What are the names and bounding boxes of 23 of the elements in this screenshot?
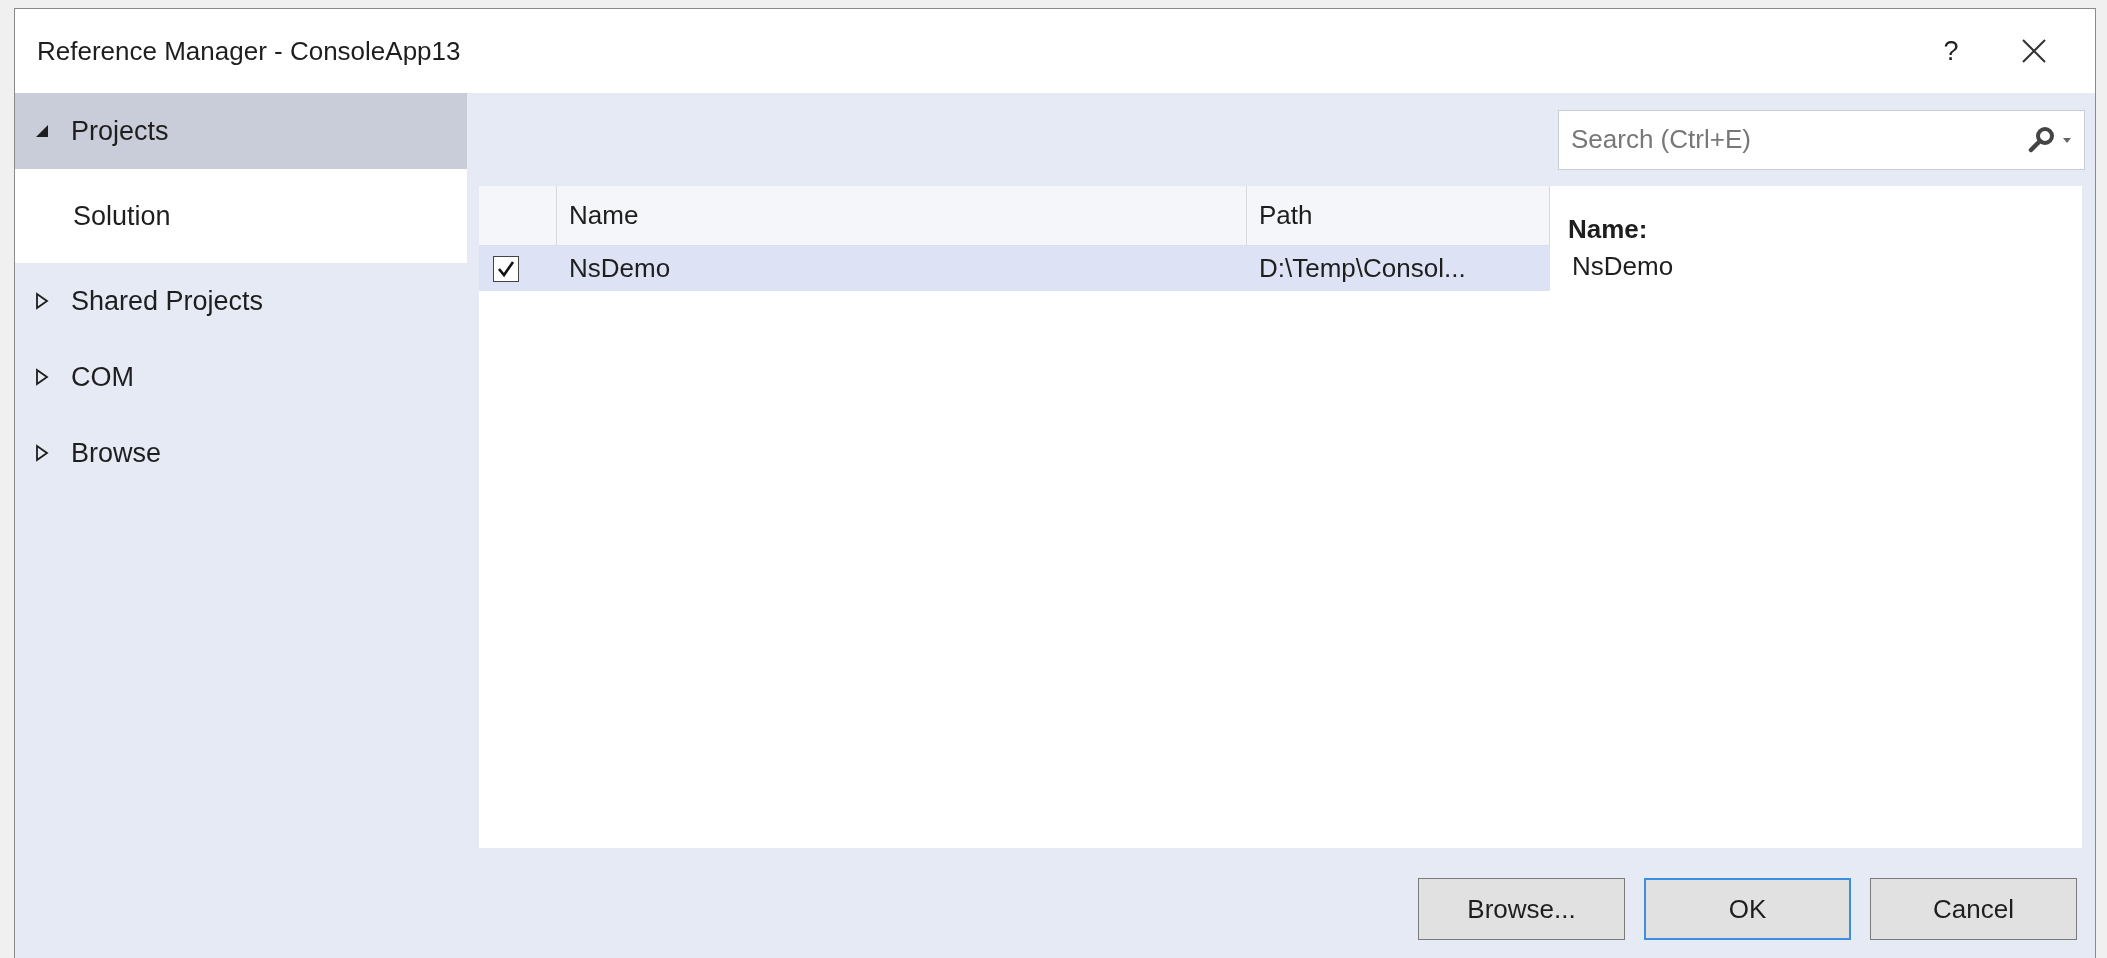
- detail-value: NsDemo: [1571, 251, 1675, 282]
- close-icon[interactable]: [2021, 38, 2047, 64]
- search-field[interactable]: Search (Ctrl+E): [1558, 109, 2085, 170]
- table-cell[interactable]: D:\Temp\Consol...: [1247, 246, 1550, 291]
- detail-label: Name:: [1568, 214, 1649, 245]
- dialog-button[interactable]: Cancel: [1870, 878, 2077, 940]
- table-cell[interactable]: NsDemo: [557, 246, 1247, 291]
- dialog-button[interactable]: OK: [1644, 878, 1851, 940]
- column-header[interactable]: Name: [557, 186, 1247, 246]
- tree-item[interactable]: Browse: [15, 415, 467, 491]
- window-title: Reference Manager - ConsoleApp13: [37, 35, 462, 67]
- column-header[interactable]: Path: [1247, 186, 1550, 246]
- tree-item[interactable]: Shared Projects: [15, 263, 467, 339]
- tree-item[interactable]: COM: [15, 339, 467, 415]
- help-button[interactable]: ?: [1921, 35, 1981, 67]
- dialog-button[interactable]: Browse...: [1418, 878, 1625, 940]
- tree-item[interactable]: Projects: [15, 93, 467, 169]
- expand-arrow-icon[interactable]: [35, 368, 49, 386]
- checkbox[interactable]: [493, 255, 519, 282]
- search-icon[interactable]: [2027, 124, 2073, 155]
- expand-arrow-icon[interactable]: [35, 444, 49, 462]
- expand-arrow-icon[interactable]: [35, 292, 49, 310]
- tree-item[interactable]: Solution: [15, 169, 467, 263]
